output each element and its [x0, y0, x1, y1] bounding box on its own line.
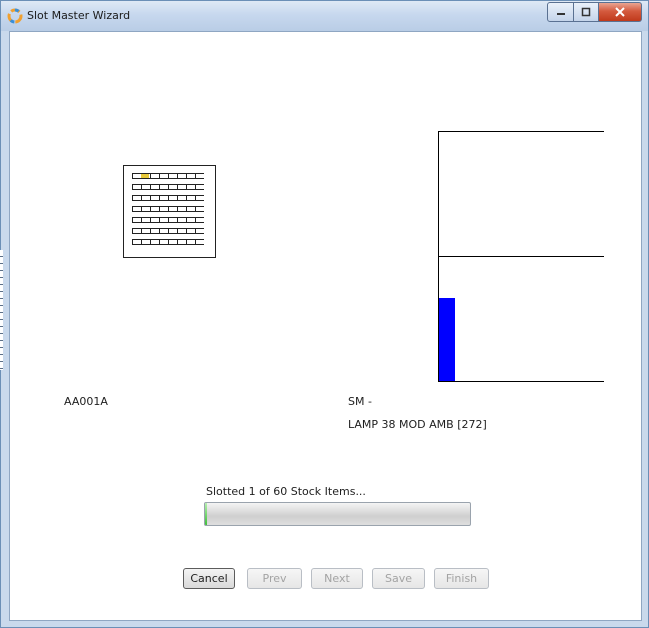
maximize-button[interactable]: [574, 2, 599, 22]
finish-button[interactable]: Finish: [434, 568, 489, 589]
sm-label: SM -: [348, 395, 372, 408]
item-label: LAMP 38 MOD AMB [272]: [348, 418, 487, 431]
close-button[interactable]: [599, 2, 642, 22]
rack-row: [132, 173, 204, 179]
next-button[interactable]: Next: [311, 568, 363, 589]
save-button[interactable]: Save: [372, 568, 425, 589]
caption-buttons: [547, 2, 642, 22]
rack-row: [132, 195, 204, 201]
location-code: AA001A: [64, 395, 108, 408]
title-bar[interactable]: Slot Master Wizard: [1, 1, 648, 31]
progress-status: Slotted 1 of 60 Stock Items...: [206, 485, 366, 498]
window-title: Slot Master Wizard: [27, 9, 131, 22]
bay-shelf-top: [438, 131, 604, 132]
rack-row: [132, 206, 204, 212]
rack-row: [132, 228, 204, 234]
cancel-button[interactable]: Cancel: [183, 568, 235, 589]
rack-grid-thumbnail: [123, 165, 216, 258]
bay-shelf-middle: [438, 256, 604, 257]
rack-row: [132, 184, 204, 190]
wizard-window: Slot Master Wizard AA001A SM - LAMP 38 M…: [0, 0, 649, 628]
minimize-button[interactable]: [547, 2, 574, 22]
maximize-icon: [581, 7, 591, 17]
slotted-item-block: [439, 298, 455, 381]
background-window-edge: [0, 250, 3, 370]
wizard-content: AA001A SM - LAMP 38 MOD AMB [272] Slotte…: [9, 31, 642, 621]
minimize-icon: [556, 13, 565, 15]
active-slot: [141, 174, 149, 178]
progress-fill: [205, 503, 207, 525]
close-icon: [615, 7, 625, 17]
progress-bar: [204, 502, 471, 526]
rack-row: [132, 239, 204, 245]
rack-row: [132, 217, 204, 223]
prev-button[interactable]: Prev: [247, 568, 302, 589]
bay-shelf-bottom: [438, 381, 604, 382]
app-icon: [7, 8, 23, 24]
